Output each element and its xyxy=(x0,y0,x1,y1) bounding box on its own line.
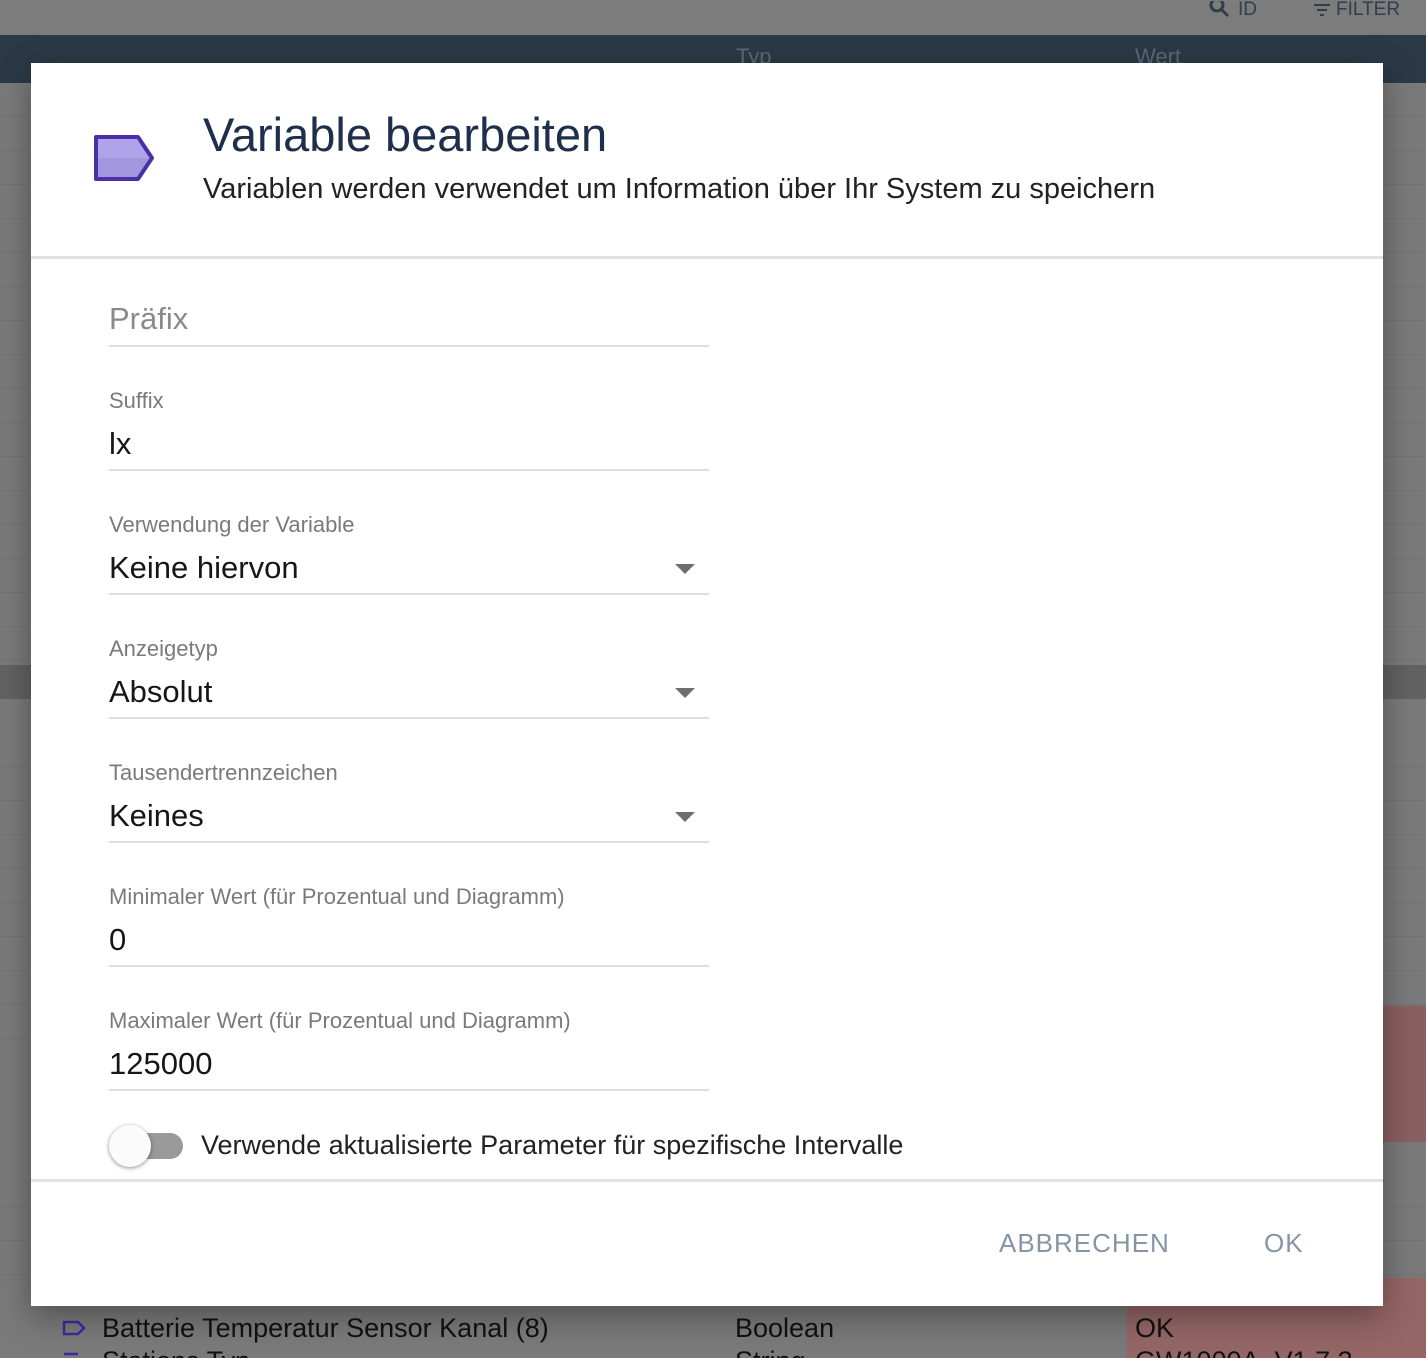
filter-label: FILTER xyxy=(1336,0,1401,20)
max-value-label: Maximaler Wert (für Prozentual und Diagr… xyxy=(109,1008,571,1033)
row-name: Batterie Temperatur Sensor Kanal (8) xyxy=(102,1313,549,1343)
dropdown-caret-icon[interactable] xyxy=(675,812,695,822)
background-toolbar: ID FILTER xyxy=(0,0,1426,35)
thousands-separator-select[interactable]: Tausendertrennzeichen Keines xyxy=(109,760,709,845)
header-divider xyxy=(31,256,1383,259)
thousands-separator-underline xyxy=(109,841,709,843)
filter-button[interactable]: FILTER xyxy=(1312,0,1400,20)
display-type-select[interactable]: Anzeigetyp Absolut xyxy=(109,636,709,721)
row-value: GW1000A_V1.7.3 xyxy=(1135,1346,1353,1358)
prefix-placeholder: Präfix xyxy=(109,301,189,336)
row-type: Boolean xyxy=(735,1313,835,1343)
dialog-header: Variable bearbeiten Variablen werden ver… xyxy=(31,63,1383,256)
thousands-separator-label: Tausendertrennzeichen xyxy=(109,760,338,785)
max-value-field[interactable]: Maximaler Wert (für Prozentual und Diagr… xyxy=(109,1008,709,1093)
display-type-underline xyxy=(109,717,709,719)
suffix-underline xyxy=(109,469,709,471)
usage-label: Verwendung der Variable xyxy=(109,512,355,537)
row-name: Stations Typ xyxy=(102,1346,250,1358)
prefix-underline xyxy=(109,345,709,347)
ok-button[interactable]: OK xyxy=(1264,1228,1304,1259)
footer-divider xyxy=(31,1179,1383,1182)
min-value-label: Minimaler Wert (für Prozentual und Diagr… xyxy=(109,884,565,909)
prefix-field[interactable]: Präfix xyxy=(109,299,709,349)
usage-underline xyxy=(109,593,709,595)
dialog-title: Variable bearbeiten xyxy=(203,108,608,161)
interval-params-label: Verwende aktualisierte Parameter für spe… xyxy=(201,1130,904,1160)
edit-variable-dialog: Variable bearbeiten Variablen werden ver… xyxy=(31,63,1383,1306)
filter-icon xyxy=(1314,4,1330,16)
tag-icon xyxy=(62,1320,86,1336)
dialog-subtitle: Variablen werden verwendet um Informatio… xyxy=(203,173,1156,205)
row-value: OK xyxy=(1135,1313,1175,1343)
interval-params-toggle-row[interactable]: Verwende aktualisierte Parameter für spe… xyxy=(109,1125,1009,1167)
suffix-field[interactable]: Suffix lx xyxy=(109,388,709,473)
min-value-underline xyxy=(109,965,709,967)
status-highlight xyxy=(1383,1006,1426,1142)
usage-select[interactable]: Verwendung der Variable Keine hiervon xyxy=(109,512,709,597)
dropdown-caret-icon[interactable] xyxy=(675,688,695,698)
id-search-button[interactable]: ID xyxy=(1208,0,1257,20)
min-value-field[interactable]: Minimaler Wert (für Prozentual und Diagr… xyxy=(109,884,709,969)
suffix-input[interactable]: lx xyxy=(109,426,131,462)
display-type-value[interactable]: Absolut xyxy=(109,674,212,710)
row-type: String xyxy=(735,1346,806,1358)
interval-params-switch-knob[interactable] xyxy=(109,1125,151,1167)
dropdown-caret-icon[interactable] xyxy=(675,564,695,574)
max-value-underline xyxy=(109,1089,709,1091)
display-type-label: Anzeigetyp xyxy=(109,636,218,661)
suffix-label: Suffix xyxy=(109,388,164,413)
usage-value[interactable]: Keine hiervon xyxy=(109,550,299,586)
max-value-input[interactable]: 125000 xyxy=(109,1046,212,1082)
tag-icon xyxy=(64,1352,78,1356)
min-value-input[interactable]: 0 xyxy=(109,922,126,958)
id-label: ID xyxy=(1238,0,1257,20)
tag-icon xyxy=(94,135,154,181)
thousands-separator-value[interactable]: Keines xyxy=(109,798,204,834)
search-icon xyxy=(1209,1,1230,18)
cancel-button[interactable]: ABBRECHEN xyxy=(999,1228,1170,1259)
